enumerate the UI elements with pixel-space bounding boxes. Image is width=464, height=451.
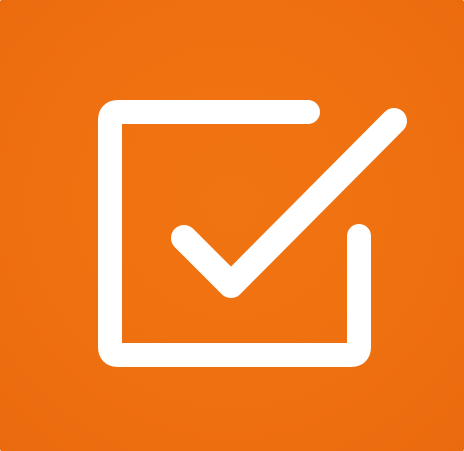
app-icon-tile[interactable] (0, 0, 464, 451)
checkbox-outline (98, 100, 371, 367)
checkbox-check-icon (0, 0, 464, 451)
